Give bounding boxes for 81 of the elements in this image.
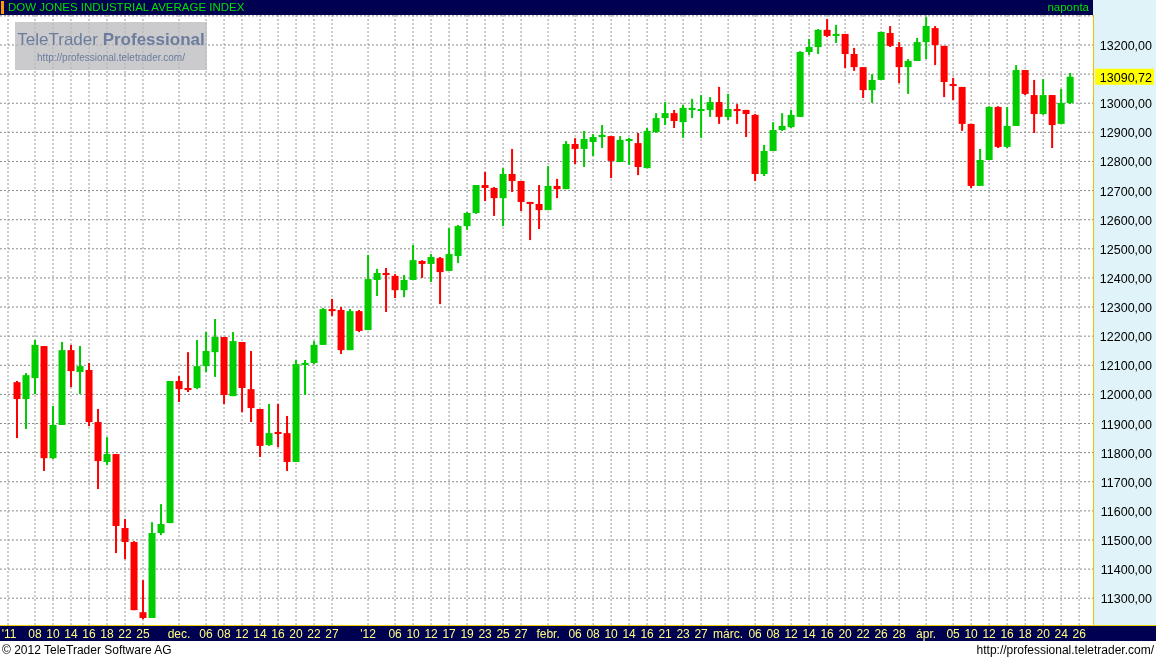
date-label: 10 <box>406 627 420 641</box>
date-label: 16 <box>820 627 834 641</box>
date-label: 14 <box>622 627 636 641</box>
date-label: márc. <box>713 627 744 641</box>
date-label: 28 <box>892 627 906 641</box>
price-label: 12400,00 <box>1099 271 1152 286</box>
date-label: '11 <box>1 627 17 641</box>
date-label: febr. <box>536 627 560 641</box>
date-label: 27 <box>694 627 708 641</box>
price-label: 13200,00 <box>1099 39 1152 53</box>
price-label: 12600,00 <box>1099 213 1152 228</box>
date-label: 10 <box>46 627 60 641</box>
series-marker-icon <box>1 1 4 14</box>
copyright-text: © 2012 TeleTrader Software AG <box>2 643 172 657</box>
date-label: 16 <box>271 627 285 641</box>
price-label: 11400,00 <box>1100 563 1152 578</box>
date-label: 20 <box>838 627 852 641</box>
price-label: 12100,00 <box>1099 359 1152 374</box>
price-label: 11600,00 <box>1100 504 1152 519</box>
date-label: 23 <box>676 627 690 641</box>
date-label: 16 <box>82 627 96 641</box>
date-label: 06 <box>199 627 213 641</box>
date-label: 26 <box>874 627 888 641</box>
date-label: 20 <box>1036 627 1050 641</box>
date-label: 10 <box>964 627 978 641</box>
date-label: 10 <box>604 627 618 641</box>
date-label: 17 <box>442 627 456 641</box>
date-label: 08 <box>766 627 780 641</box>
date-label: 16 <box>640 627 654 641</box>
date-label: 14 <box>253 627 267 641</box>
date-label: 22 <box>118 627 132 641</box>
date-label: 12 <box>784 627 798 641</box>
price-label: 12300,00 <box>1099 301 1152 316</box>
date-label: 21 <box>658 627 672 641</box>
price-label: 11800,00 <box>1100 446 1152 461</box>
date-label: 25 <box>136 627 150 641</box>
date-label: 19 <box>460 627 474 641</box>
date-label: 23 <box>478 627 492 641</box>
chart-title: DOW JONES INDUSTRIAL AVERAGE INDEX <box>8 0 246 15</box>
price-label: 13000,00 <box>1099 97 1152 112</box>
date-label: 05 <box>946 627 960 641</box>
date-label: 08 <box>28 627 42 641</box>
date-label: 18 <box>100 627 114 641</box>
price-label: 12700,00 <box>1099 184 1152 199</box>
date-label: 12 <box>235 627 249 641</box>
date-label: dec. <box>167 627 191 641</box>
date-label: 22 <box>307 627 321 641</box>
date-label: 06 <box>388 627 402 641</box>
price-label: 12900,00 <box>1099 126 1152 141</box>
date-label: 06 <box>568 627 582 641</box>
logo-name: TeleTrader Professional <box>17 29 205 50</box>
date-label: 08 <box>217 627 231 641</box>
axis-panel-top <box>1093 0 1156 15</box>
price-label: 11300,00 <box>1100 592 1152 607</box>
date-label: 20 <box>289 627 303 641</box>
date-label: 12 <box>982 627 996 641</box>
price-label: 12500,00 <box>1099 242 1152 257</box>
date-label: 14 <box>64 627 78 641</box>
date-label: ápr. <box>916 627 937 641</box>
logo-url: http://professional.teletrader.com/ <box>37 51 185 63</box>
website-link[interactable]: http://professional.teletrader.com/ <box>976 643 1154 657</box>
price-label: 11700,00 <box>1100 475 1152 490</box>
date-label: 18 <box>1018 627 1032 641</box>
date-label: 26 <box>1072 627 1086 641</box>
price-label: 12800,00 <box>1099 155 1152 170</box>
date-label: 22 <box>856 627 870 641</box>
date-label: 06 <box>748 627 762 641</box>
date-label: 08 <box>586 627 600 641</box>
price-label: 12200,00 <box>1099 330 1152 345</box>
price-label: 12000,00 <box>1099 388 1152 403</box>
price-label: 11500,00 <box>1100 534 1152 548</box>
date-label: 27 <box>514 627 528 641</box>
date-label: 14 <box>802 627 816 641</box>
date-label: 27 <box>325 627 339 641</box>
date-label: 16 <box>1000 627 1014 641</box>
date-label: 25 <box>496 627 510 641</box>
date-label: '12 <box>360 627 376 641</box>
price-label: 11900,00 <box>1100 417 1152 432</box>
date-label: 12 <box>424 627 438 641</box>
date-label: 24 <box>1054 627 1068 641</box>
interval-label: naponta <box>1047 0 1089 15</box>
